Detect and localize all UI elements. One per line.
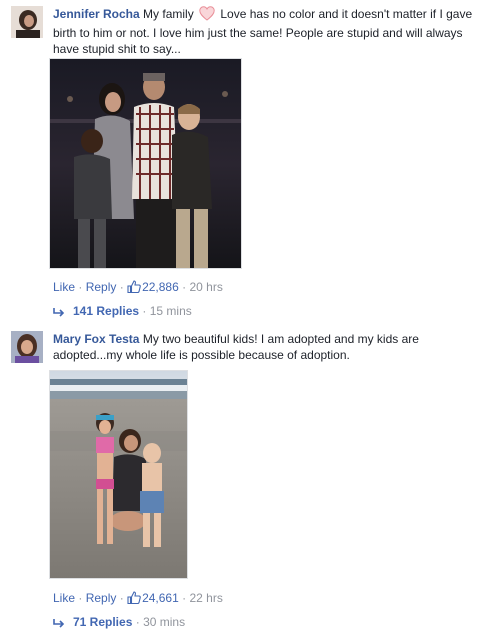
separator: · (119, 280, 124, 294)
like-count-value: 24,661 (142, 591, 179, 605)
comment-body-part: My family (139, 7, 198, 21)
avatar[interactable] (11, 331, 43, 363)
reply-arrow-icon (53, 305, 65, 321)
thumbs-up-icon (127, 591, 141, 608)
separator: · (119, 591, 124, 605)
replies-time: 15 mins (149, 304, 192, 318)
like-link[interactable]: Like (53, 280, 75, 294)
separator: · (182, 591, 187, 605)
reply-link[interactable]: Reply (86, 280, 117, 294)
like-count[interactable]: 24,661 (127, 591, 179, 605)
comment-photo[interactable] (49, 58, 242, 269)
avatar[interactable] (11, 6, 43, 38)
comment-author[interactable]: Mary Fox Testa (53, 332, 139, 346)
separator: · (78, 591, 83, 605)
comment-time[interactable]: 20 hrs (189, 280, 222, 294)
comment-actions: Like · Reply · 22,886 · 20 hrs (53, 279, 223, 297)
reply-arrow-icon (53, 616, 65, 632)
separator: · (182, 280, 187, 294)
reply-link[interactable]: Reply (86, 591, 117, 605)
heart-icon (199, 6, 215, 25)
like-count-value: 22,886 (142, 280, 179, 294)
comment-author[interactable]: Jennifer Rocha (53, 7, 140, 21)
replies-row: 141 Replies · 15 mins (53, 303, 192, 321)
view-replies-link[interactable]: 71 Replies (73, 615, 132, 629)
comment-photo[interactable] (49, 370, 188, 579)
view-replies-link[interactable]: 141 Replies (73, 304, 139, 318)
like-link[interactable]: Like (53, 591, 75, 605)
comment-time[interactable]: 22 hrs (189, 591, 222, 605)
comment-actions: Like · Reply · 24,661 · 22 hrs (53, 590, 223, 608)
replies-time: 30 mins (143, 615, 186, 629)
comment-text: Jennifer Rocha My family Love has no col… (53, 6, 473, 57)
thumbs-up-icon (127, 280, 141, 297)
like-count[interactable]: 22,886 (127, 280, 179, 294)
separator: · (135, 615, 140, 629)
separator: · (142, 304, 147, 318)
comment-text: Mary Fox Testa My two beautiful kids! I … (53, 331, 473, 363)
replies-row: 71 Replies · 30 mins (53, 614, 185, 632)
separator: · (78, 280, 83, 294)
